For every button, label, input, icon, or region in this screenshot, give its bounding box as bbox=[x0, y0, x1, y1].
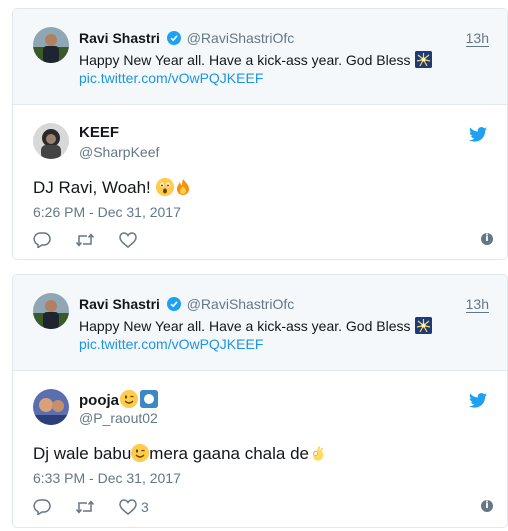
avatar[interactable] bbox=[33, 293, 69, 329]
heart-icon bbox=[119, 232, 137, 248]
tweet-card-pooja[interactable]: Ravi Shastri @RaviShastriOfc 13h Happy N… bbox=[12, 274, 508, 528]
winking-face-icon bbox=[120, 390, 138, 408]
retweet-button[interactable] bbox=[75, 497, 95, 517]
reply-text-part1: Dj wale babu bbox=[33, 444, 132, 463]
quoted-display-name[interactable]: Ravi Shastri bbox=[79, 30, 160, 46]
reply-header: KEEF @SharpKeef bbox=[33, 123, 473, 161]
like-button[interactable] bbox=[119, 230, 141, 250]
reply-display-name[interactable]: pooja bbox=[79, 390, 158, 409]
info-icon[interactable]: i bbox=[481, 500, 493, 512]
reply-display-name[interactable]: KEEF bbox=[79, 124, 119, 141]
fireworks-icon bbox=[414, 51, 432, 68]
quoted-handle[interactable]: @RaviShastriOfc bbox=[187, 30, 295, 46]
reply-header: pooja @P_raout02 bbox=[33, 389, 473, 427]
ok-hand-icon bbox=[309, 444, 327, 462]
avatar[interactable] bbox=[33, 27, 69, 63]
reply-icon bbox=[33, 232, 51, 248]
tweet-card-keef[interactable]: Ravi Shastri @RaviShastriOfc 13h Happy N… bbox=[12, 8, 508, 260]
verified-badge-icon bbox=[166, 31, 181, 45]
avatar[interactable] bbox=[33, 123, 69, 159]
astonished-face-icon bbox=[155, 178, 174, 196]
quoted-text-body: Happy New Year all. Have a kick-ass year… bbox=[79, 318, 411, 334]
reply-display-name-text[interactable]: pooja bbox=[79, 392, 119, 409]
tweet-actions: i bbox=[33, 230, 493, 250]
quoted-display-name[interactable]: Ravi Shastri bbox=[79, 296, 160, 312]
quoted-time[interactable]: 13h bbox=[465, 30, 489, 47]
reply-icon bbox=[33, 499, 51, 515]
quoted-tweet[interactable]: Ravi Shastri @RaviShastriOfc 13h Happy N… bbox=[13, 9, 507, 105]
reply-text: DJ Ravi, Woah! bbox=[33, 178, 192, 198]
reply-button[interactable] bbox=[33, 497, 51, 517]
quoted-time[interactable]: 13h bbox=[465, 296, 489, 313]
retweet-button[interactable] bbox=[75, 230, 95, 250]
twitter-bird-icon[interactable] bbox=[469, 393, 487, 408]
reply-text: Dj wale babu mera gaana chala de bbox=[33, 444, 327, 464]
like-count: 3 bbox=[141, 499, 149, 515]
fire-icon bbox=[174, 178, 192, 196]
heart-icon bbox=[119, 499, 137, 515]
reply-timestamp[interactable]: 6:26 PM - Dec 31, 2017 bbox=[33, 204, 181, 220]
verified-badge-icon bbox=[166, 297, 181, 311]
reply-timestamp[interactable]: 6:33 PM - Dec 31, 2017 bbox=[33, 470, 181, 486]
quoted-text-body: Happy New Year all. Have a kick-ass year… bbox=[79, 52, 411, 68]
reply-handle[interactable]: @P_raout02 bbox=[79, 410, 158, 426]
quoted-media-link[interactable]: pic.twitter.com/vOwPQJKEEF bbox=[79, 336, 263, 352]
winking-face-icon bbox=[131, 444, 150, 462]
avatar[interactable] bbox=[33, 389, 69, 425]
white-circle-icon bbox=[140, 390, 158, 408]
retweet-icon bbox=[75, 233, 95, 247]
like-button[interactable]: 3 bbox=[119, 497, 149, 517]
quoted-text: Happy New Year all. Have a kick-ass year… bbox=[79, 317, 432, 334]
fireworks-icon bbox=[414, 317, 432, 334]
reply-text-part2: mera gaana chala de bbox=[149, 444, 310, 463]
reply-button[interactable] bbox=[33, 230, 51, 250]
quoted-handle[interactable]: @RaviShastriOfc bbox=[187, 296, 295, 312]
reply-handle[interactable]: @SharpKeef bbox=[79, 144, 159, 160]
info-icon[interactable]: i bbox=[481, 233, 493, 245]
twitter-bird-icon[interactable] bbox=[469, 127, 487, 142]
reply-text-body: DJ Ravi, Woah! bbox=[33, 178, 151, 197]
retweet-icon bbox=[75, 500, 95, 514]
quoted-text: Happy New Year all. Have a kick-ass year… bbox=[79, 51, 432, 68]
tweet-actions: 3 i bbox=[33, 497, 493, 517]
quoted-media-link[interactable]: pic.twitter.com/vOwPQJKEEF bbox=[79, 70, 263, 86]
quoted-tweet[interactable]: Ravi Shastri @RaviShastriOfc 13h Happy N… bbox=[13, 275, 507, 371]
